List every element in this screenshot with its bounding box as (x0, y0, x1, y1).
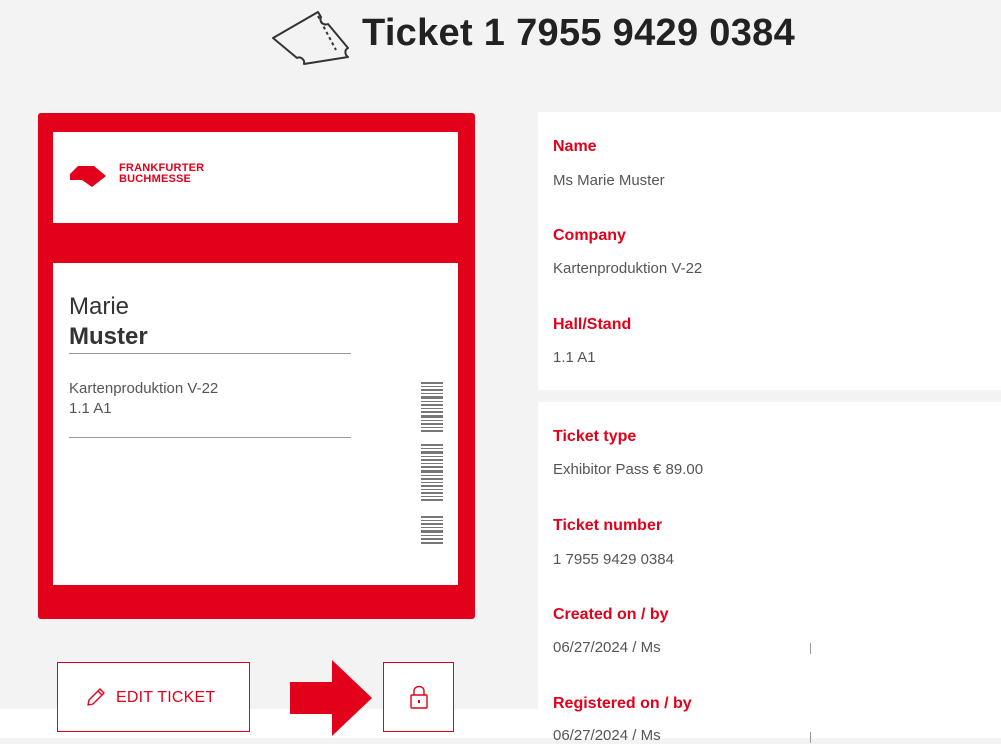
badge-card: Marie Muster Kartenproduktion V-22 1.1 A… (53, 263, 458, 585)
created-label: Created on / by (553, 606, 669, 623)
lock-icon (410, 685, 428, 709)
ticket-icon (272, 11, 349, 65)
pencil-icon (87, 688, 105, 706)
ticket-number-label: Ticket number (553, 517, 663, 534)
page-title: Ticket 1 7955 9429 0384 (362, 12, 796, 54)
ticket-type-value: Exhibitor Pass € 89.00 (553, 461, 704, 478)
name-value: Ms Marie Muster (553, 172, 665, 189)
company-value: Kartenproduktion V-22 (553, 260, 703, 277)
badge-company: Kartenproduktion V-22 (69, 380, 219, 397)
ticket-type-label: Ticket type (553, 428, 637, 445)
arrow-right-icon (290, 660, 372, 736)
edit-ticket-button[interactable]: EDIT TICKET (57, 662, 250, 732)
badge-logo-area: FRANKFURTER BUCHMESSE (53, 132, 458, 223)
edit-ticket-label: EDIT TICKET (116, 689, 216, 706)
redacted-divider (810, 643, 811, 654)
badge-preview: FRANKFURTER BUCHMESSE Marie Muster Karte… (38, 113, 475, 619)
lock-ticket-button[interactable] (383, 662, 454, 732)
contact-details-panel: Name Ms Marie Muster Company Kartenprodu… (538, 112, 1001, 390)
buchmesse-logo-icon (70, 166, 106, 187)
badge-last-name: Muster (69, 323, 148, 350)
registered-value: 06/27/2024 / Ms (553, 727, 661, 744)
logo-line-2: BUCHMESSE (119, 173, 192, 185)
hall-stand-label: Hall/Stand (553, 316, 632, 333)
page-header: Ticket 1 7955 9429 0384 (0, 0, 1001, 80)
buchmesse-logo-text: FRANKFURTER BUCHMESSE (119, 163, 204, 185)
ticket-number-value: 1 7955 9429 0384 (553, 551, 674, 568)
badge-stand: 1.1 A1 (69, 400, 112, 417)
ticket-details-panel: Ticket type Exhibitor Pass € 89.00 Ticke… (538, 402, 1001, 744)
registered-label: Registered on / by (553, 695, 692, 712)
badge-divider (69, 353, 351, 354)
hall-stand-value: 1.1 A1 (553, 349, 596, 366)
name-label: Name (553, 138, 597, 155)
company-label: Company (553, 227, 626, 244)
barcode-icon (421, 382, 443, 544)
badge-divider (69, 437, 351, 438)
created-value: 06/27/2024 / Ms (553, 639, 661, 656)
badge-first-name: Marie (69, 293, 130, 320)
